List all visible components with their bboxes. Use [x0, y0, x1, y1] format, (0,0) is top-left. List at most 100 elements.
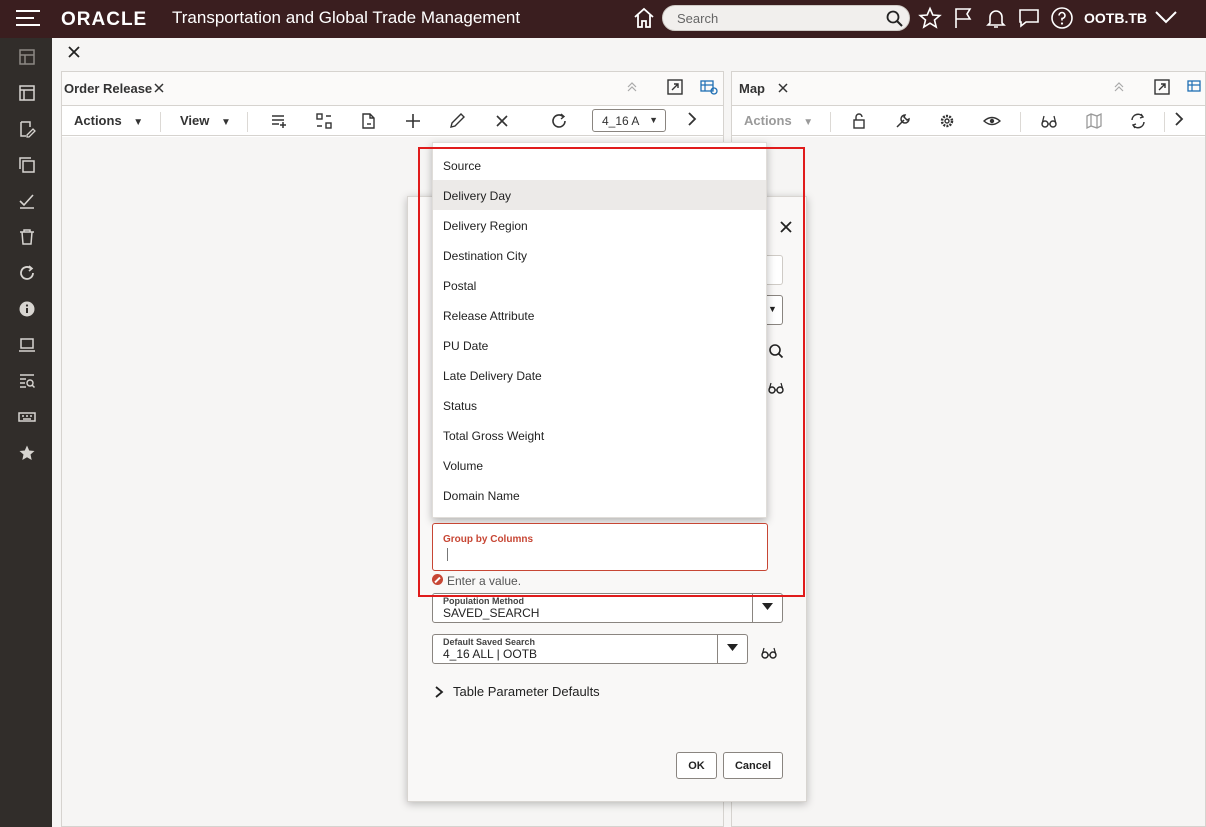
close-icon[interactable] [778, 83, 788, 93]
info-icon[interactable] [18, 300, 36, 318]
help-icon[interactable] [1050, 6, 1074, 30]
layout-icon[interactable] [18, 84, 36, 102]
dropdown-button[interactable] [752, 594, 782, 622]
new-document-icon[interactable] [359, 112, 377, 130]
group-by-columns-field[interactable]: Group by Columns [432, 523, 768, 571]
bell-icon[interactable] [984, 6, 1008, 30]
divider [247, 112, 248, 132]
delete-x-icon[interactable] [493, 112, 511, 130]
copy-icon[interactable] [18, 156, 36, 174]
glasses-icon[interactable] [760, 644, 778, 660]
error-icon [432, 574, 443, 585]
panel-toolbar: Actions ▼ View ▼ 4_16 A ▼ [62, 106, 723, 136]
dropdown-option[interactable]: Domain Name [433, 480, 766, 510]
collapse-up-icon[interactable] [627, 82, 637, 92]
dropdown-option[interactable]: Delivery Day [433, 180, 766, 210]
monitor-icon[interactable] [18, 336, 36, 354]
unlock-icon[interactable] [850, 112, 868, 130]
caret-down-icon: ▼ [133, 117, 144, 128]
checklist-icon[interactable] [18, 192, 36, 210]
caret-down-icon: ▼ [649, 115, 658, 125]
view-menu-button[interactable]: View ▼ [180, 113, 231, 128]
map-actions-menu-button[interactable]: Actions ▼ [744, 113, 813, 128]
chevron-right-icon [435, 686, 444, 698]
star-icon[interactable] [18, 444, 36, 462]
population-method-value: SAVED_SEARCH [443, 606, 540, 620]
search-icon[interactable] [768, 343, 784, 359]
sync-icon[interactable] [1129, 112, 1147, 130]
panel-toolbar: Actions ▼ [732, 106, 1205, 136]
keyboard-icon[interactable] [18, 408, 36, 426]
glasses-icon[interactable] [768, 379, 784, 395]
default-saved-search-value: 4_16 ALL | OOTB [443, 647, 538, 661]
layout-grid-icon[interactable] [315, 112, 333, 130]
caret-down-icon [762, 603, 773, 610]
dropdown-option[interactable]: Volume [433, 450, 766, 480]
close-icon[interactable] [66, 44, 82, 60]
refresh-icon[interactable] [550, 112, 568, 130]
expand-icon[interactable] [1154, 79, 1170, 95]
glasses-icon[interactable] [1040, 112, 1058, 130]
dropdown-option[interactable]: Status [433, 390, 766, 420]
collapse-up-icon[interactable] [1114, 82, 1124, 92]
plus-icon[interactable] [404, 112, 422, 130]
search-input[interactable] [677, 10, 877, 27]
population-method-label: Population Method [443, 596, 524, 606]
view-label: View [180, 113, 210, 128]
chevron-right-icon[interactable] [683, 110, 701, 128]
dropdown-option[interactable]: Total Gross Weight [433, 420, 766, 450]
saved-search-select[interactable]: 4_16 A ▼ [592, 109, 666, 132]
saved-search-value: 4_16 A [602, 114, 640, 128]
divider [1164, 112, 1165, 132]
dropdown-option[interactable]: Release Attribute [433, 300, 766, 330]
edit-doc-icon[interactable] [18, 120, 36, 138]
left-sidebar [0, 38, 52, 827]
home-icon[interactable] [632, 6, 656, 30]
divider [1020, 112, 1021, 132]
default-saved-search-select[interactable]: Default Saved Search 4_16 ALL | OOTB [432, 634, 748, 664]
chevron-down-icon[interactable] [1154, 8, 1178, 28]
hidden-field-edge[interactable] [766, 255, 783, 285]
dropdown-option[interactable]: Source [433, 150, 766, 180]
population-method-select[interactable]: Population Method SAVED_SEARCH [432, 593, 783, 623]
chevron-right-icon[interactable] [1170, 110, 1188, 128]
hidden-select-edge[interactable]: ▼ [766, 295, 783, 325]
refresh-icon[interactable] [18, 264, 36, 282]
hamburger-menu-icon[interactable] [16, 10, 40, 28]
top-header: ORACLE Transportation and Global Trade M… [0, 0, 1206, 38]
add-row-icon[interactable] [270, 112, 288, 130]
caret-down-icon: ▼ [803, 117, 814, 128]
chat-icon[interactable] [1017, 6, 1041, 30]
pencil-icon[interactable] [448, 112, 466, 130]
wrench-icon[interactable] [894, 112, 912, 130]
default-saved-search-label: Default Saved Search [443, 637, 536, 647]
close-icon[interactable] [154, 83, 164, 93]
map-icon[interactable] [1085, 112, 1103, 130]
caret-down-icon [727, 644, 738, 651]
search-list-icon[interactable] [18, 372, 36, 390]
global-search[interactable] [662, 5, 910, 31]
table-settings-icon[interactable] [1187, 79, 1205, 95]
trash-icon[interactable] [18, 228, 36, 246]
dropdown-button[interactable] [717, 635, 747, 663]
dropdown-option[interactable]: Postal [433, 270, 766, 300]
actions-menu-button[interactable]: Actions ▼ [74, 113, 143, 128]
app-title: Transportation and Global Trade Manageme… [172, 8, 521, 27]
cancel-button[interactable]: Cancel [723, 752, 783, 779]
dropdown-option[interactable]: Delivery Region [433, 210, 766, 240]
expand-icon[interactable] [667, 79, 683, 95]
user-name[interactable]: OOTB.TB [1084, 10, 1147, 26]
dropdown-option[interactable]: Late Delivery Date [433, 360, 766, 390]
divider [830, 112, 831, 132]
table-settings-icon[interactable] [700, 79, 718, 95]
close-icon[interactable] [778, 219, 794, 235]
dropdown-option[interactable]: Destination City [433, 240, 766, 270]
dashboard-icon[interactable] [18, 48, 36, 66]
dropdown-option[interactable]: PU Date [433, 330, 766, 360]
gear-icon[interactable] [938, 112, 956, 130]
ok-button[interactable]: OK [676, 752, 717, 779]
flag-icon[interactable] [952, 6, 976, 30]
favorites-star-icon[interactable] [918, 6, 942, 30]
eye-icon[interactable] [983, 112, 1001, 130]
search-icon[interactable] [885, 9, 905, 29]
